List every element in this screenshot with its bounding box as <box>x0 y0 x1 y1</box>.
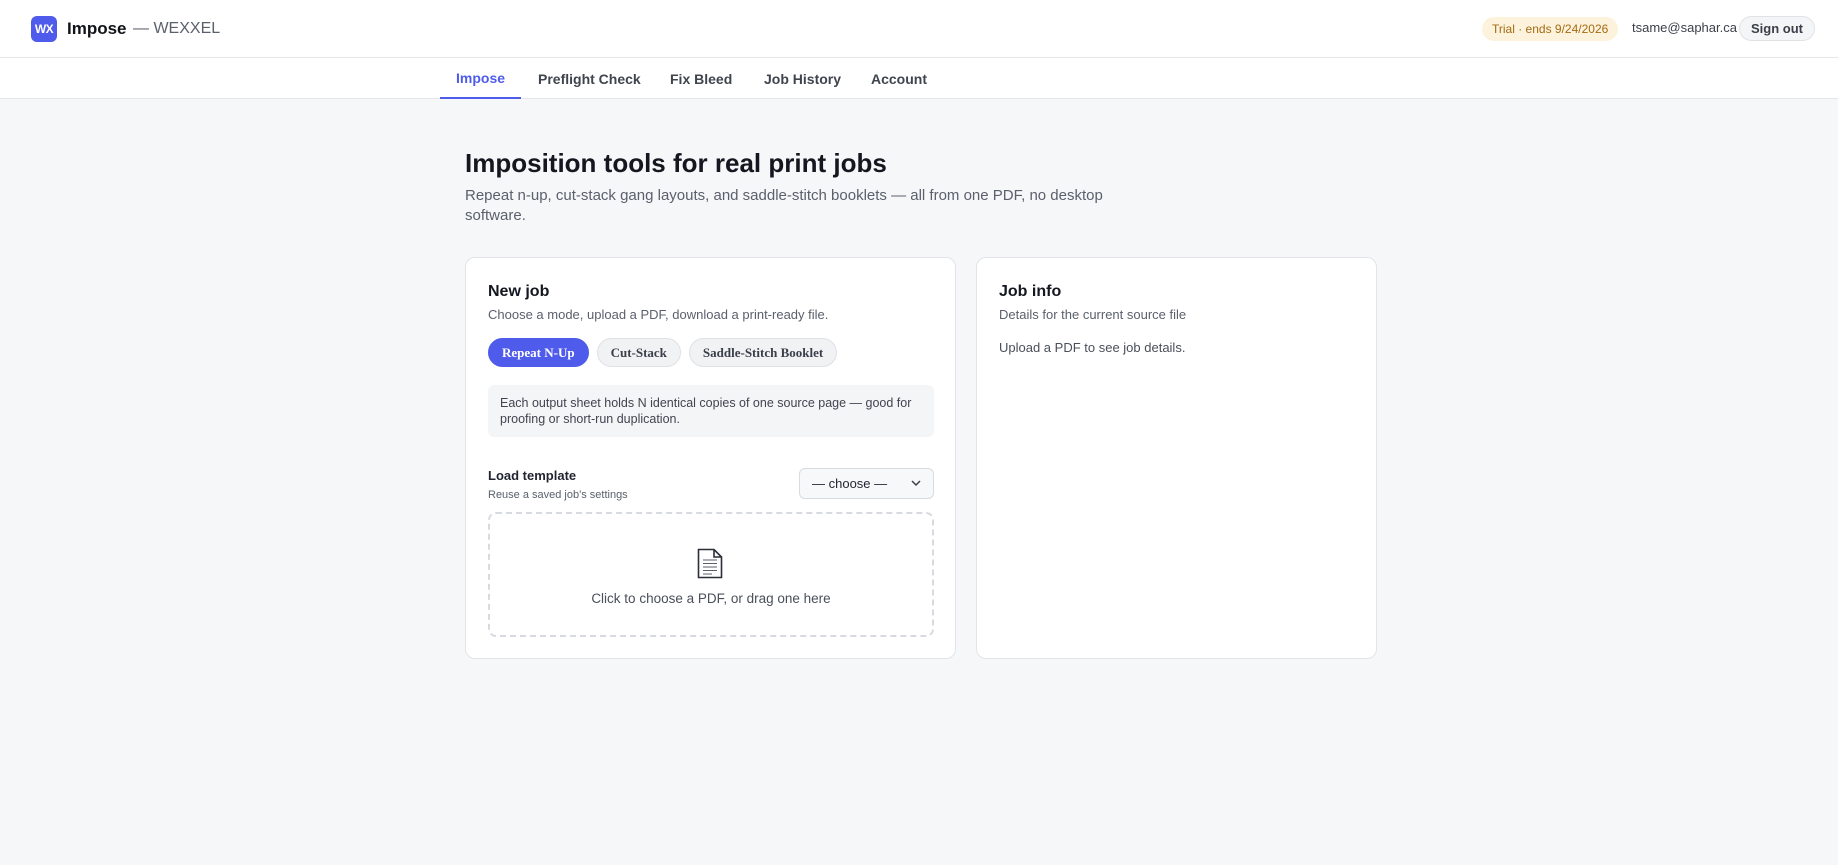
user-email: tsame@saphar.ca <box>1632 20 1737 35</box>
job-info-title: Job info <box>999 283 1062 300</box>
page-title: Imposition tools for real print jobs <box>465 148 887 178</box>
sign-out-button[interactable]: Sign out <box>1739 16 1815 41</box>
org-name: — WEXXEL <box>133 20 221 37</box>
template-label: Load template <box>488 468 577 483</box>
template-select-value: — choose — <box>812 476 888 491</box>
template-hint: Reuse a saved job's settings <box>488 489 628 501</box>
mode-repeat-n-up-button[interactable]: Repeat N-Up <box>488 338 589 367</box>
mode-description: Each output sheet holds N identical copi… <box>488 385 934 437</box>
tab-fix-bleed[interactable]: Fix Bleed <box>654 58 748 99</box>
trial-badge: Trial · ends 9/24/2026 <box>1482 17 1619 41</box>
page-subtitle: Repeat n-up, cut-stack gang layouts, and… <box>465 187 1103 224</box>
main-nav: Impose Preflight Check Fix Bleed Job His… <box>0 58 1838 99</box>
mode-cut-stack-button[interactable]: Cut-Stack <box>596 338 681 367</box>
new-job-subtitle: Choose a mode, upload a PDF, download a … <box>488 307 829 322</box>
tab-preflight-check[interactable]: Preflight Check <box>522 58 657 99</box>
top-bar: WX Impose — WEXXEL Trial · ends 9/24/202… <box>0 0 1838 58</box>
pdf-dropzone[interactable]: Click to choose a PDF, or drag one here <box>488 512 934 637</box>
mode-saddle-stitch-button[interactable]: Saddle-Stitch Booklet <box>688 338 838 367</box>
dropzone-text: Click to choose a PDF, or drag one here <box>591 591 831 606</box>
tab-impose[interactable]: Impose <box>440 58 522 99</box>
mode-selector: Repeat N-Up Cut-Stack Saddle-Stitch Book… <box>488 338 838 367</box>
job-info-empty-text: Upload a PDF to see job details. <box>999 340 1186 355</box>
document-icon <box>697 548 723 579</box>
app-logo[interactable]: WX <box>31 16 57 42</box>
tab-job-history[interactable]: Job History <box>748 58 857 99</box>
new-job-card: New job Choose a mode, upload a PDF, dow… <box>465 257 956 659</box>
job-info-card: Job info Details for the current source … <box>976 257 1377 659</box>
template-select[interactable]: — choose — <box>799 468 934 499</box>
new-job-title: New job <box>488 283 550 300</box>
job-info-subtitle: Details for the current source file <box>999 307 1187 322</box>
app-name: Impose <box>67 19 127 38</box>
chevron-down-icon <box>911 478 921 490</box>
tab-account[interactable]: Account <box>855 58 943 99</box>
